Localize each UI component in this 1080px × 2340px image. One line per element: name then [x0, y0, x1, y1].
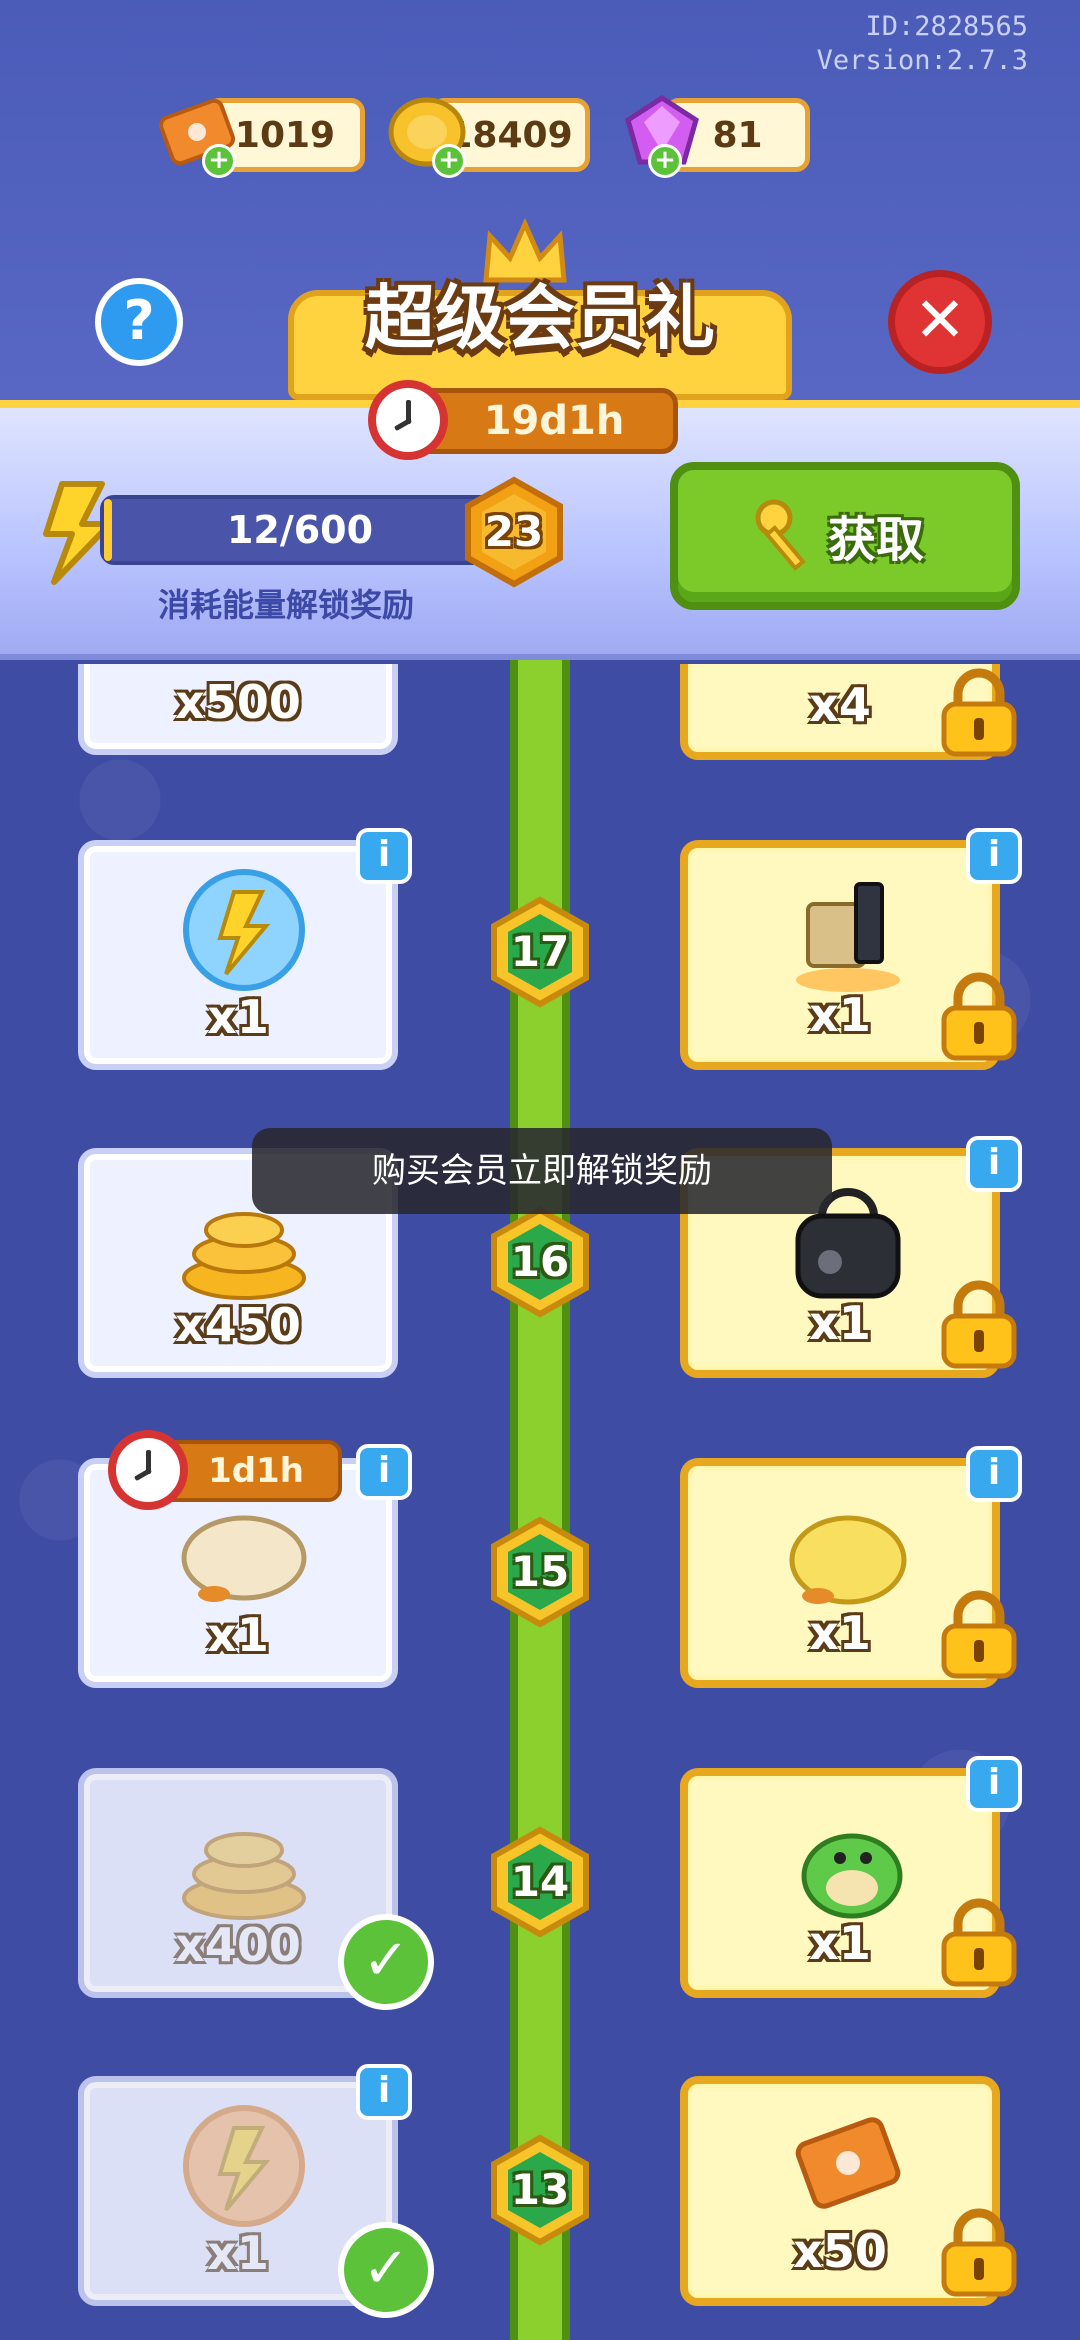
energy-orb-icon — [183, 869, 305, 991]
clock-icon — [108, 1430, 188, 1510]
clock-icon — [368, 380, 448, 460]
reward-quantity: x1 — [207, 1608, 269, 1662]
lock-icon — [941, 2208, 1017, 2297]
bun-pet-icon — [181, 1515, 307, 1602]
help-button[interactable]: ? — [95, 278, 183, 366]
golden-bun-pet-icon — [789, 1515, 907, 1605]
ticket-icon — [795, 2117, 901, 2209]
gem-plus-icon[interactable]: + — [648, 144, 682, 178]
tier-level-badge: 16 — [488, 1206, 592, 1318]
lock-icon — [941, 972, 1017, 1061]
page-title: 超级会员礼 — [365, 277, 715, 359]
get-button-label: 获取 — [828, 512, 925, 568]
lock-icon — [941, 668, 1017, 757]
info-icon[interactable]: i — [966, 1446, 1022, 1502]
info-icon[interactable]: i — [966, 1756, 1022, 1812]
lock-icon — [941, 1280, 1017, 1369]
tier-level: 17 — [510, 927, 570, 976]
tier-level-badge: 15 — [488, 1516, 592, 1628]
info-icon[interactable]: i — [966, 1136, 1022, 1192]
tier-level: 13 — [510, 2165, 570, 2214]
current-level-badge: 23 — [462, 476, 566, 588]
green-dino-pet-icon — [801, 1833, 903, 1919]
info-icon[interactable]: i — [966, 828, 1022, 884]
info-icon[interactable]: i — [356, 2064, 412, 2120]
info-icon[interactable]: i — [356, 828, 412, 884]
reward-quantity: x450 — [175, 1298, 301, 1352]
build-info: ID:2828565 Version:2.7.3 — [817, 10, 1028, 78]
energy-orb-icon — [183, 2105, 305, 2227]
ticket-plus-icon[interactable]: + — [202, 144, 236, 178]
energy-progress-text: 12/600 — [226, 508, 374, 552]
claimed-check-icon: ✓ — [338, 2222, 434, 2318]
gem-count: 81 — [712, 114, 763, 156]
ticket-count: 1019 — [234, 114, 336, 156]
coin-pile-icon — [182, 1832, 306, 1920]
lock-icon — [941, 1590, 1017, 1679]
free-reward-card[interactable]: x1 — [78, 840, 398, 1070]
current-level: 23 — [484, 507, 544, 556]
get-energy-button[interactable]: 获取 — [670, 462, 1020, 610]
close-button[interactable]: ✕ — [888, 270, 992, 374]
info-icon[interactable]: i — [356, 1444, 412, 1500]
version-label: Version:2.7.3 — [816, 45, 1028, 76]
user-id: ID:2828565 — [865, 11, 1028, 42]
tier-level-badge: 17 — [488, 896, 592, 1008]
reward-quantity: x500 — [175, 675, 301, 729]
coin-plus-icon[interactable]: + — [432, 144, 466, 178]
tier-level: 16 — [510, 1237, 570, 1286]
reward-quantity: x1 — [207, 990, 269, 1044]
energy-progress-bar: 12/600 — [100, 495, 500, 565]
unlock-toast: 购买会员立即解锁奖励 — [252, 1128, 832, 1214]
tier-level-badge: 13 — [488, 2134, 592, 2246]
claimed-check-icon: ✓ — [338, 1914, 434, 2010]
tier-level-badge: 14 — [488, 1826, 592, 1938]
tile-set-icon — [796, 882, 900, 992]
tier-level: 14 — [510, 1857, 570, 1906]
energy-hint: 消耗能量解锁奖励 — [158, 586, 415, 624]
key-icon — [755, 499, 806, 571]
lock-icon — [941, 1898, 1017, 1987]
tier-level: 15 — [510, 1547, 570, 1596]
